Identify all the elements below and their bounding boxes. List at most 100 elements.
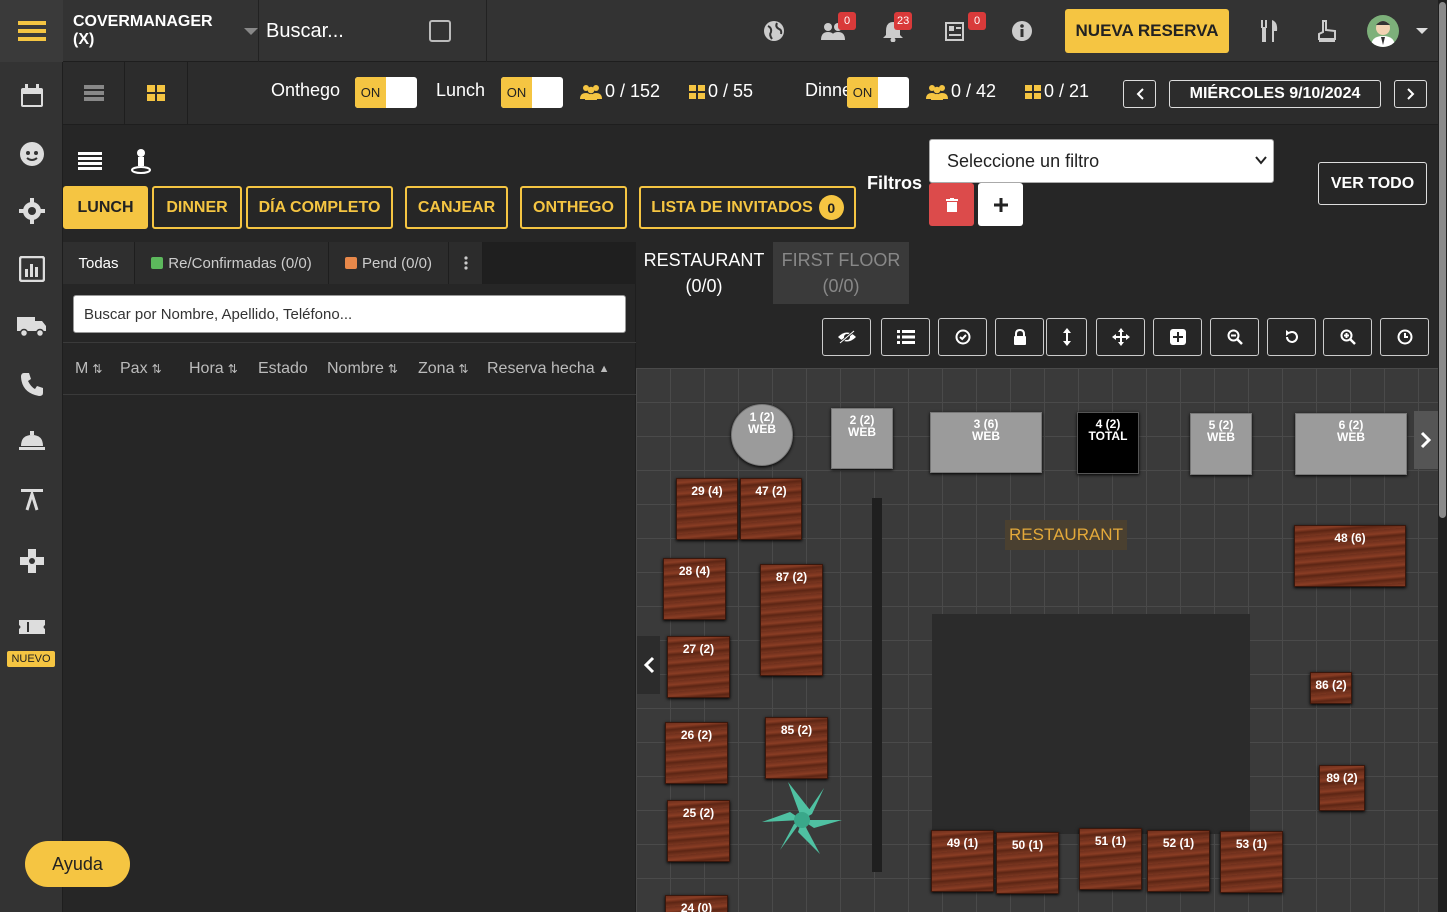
table-24[interactable]: 24 (0): [665, 895, 728, 912]
tab-full-day[interactable]: DÍA COMPLETO: [246, 186, 393, 229]
table-2[interactable]: 2 (2) WEB: [831, 408, 893, 469]
col-pax[interactable]: Pax ⇅: [120, 360, 162, 378]
add-filter-button[interactable]: [978, 183, 1023, 226]
restaurant-button[interactable]: [1254, 16, 1284, 46]
messages-button[interactable]: 0: [940, 12, 986, 46]
table-28[interactable]: 28 (4): [663, 558, 726, 620]
zoom-out-button[interactable]: [1210, 318, 1259, 356]
tab-pending[interactable]: Pend (0/0): [329, 242, 449, 284]
menu-icon: [17, 21, 46, 41]
table-29[interactable]: 29 (4): [676, 478, 738, 540]
list-layout-icon[interactable]: [78, 152, 102, 170]
more-tabs-button[interactable]: [449, 242, 483, 284]
grid-view-button[interactable]: [125, 62, 188, 124]
prev-day-button[interactable]: [1123, 80, 1156, 108]
list-view-button[interactable]: [63, 62, 125, 124]
info-button[interactable]: [1007, 16, 1037, 46]
settings-nav-button[interactable]: [0, 191, 63, 231]
person-pin-icon[interactable]: [130, 148, 152, 174]
table-26[interactable]: 26 (2): [665, 722, 728, 784]
date-picker-button[interactable]: MIÉRCOLES 9/10/2024: [1169, 80, 1381, 108]
col-estado[interactable]: Estado: [258, 360, 308, 378]
tab-floor-first-floor[interactable]: FIRST FLOOR (0/0): [773, 242, 909, 304]
resize-vertical-button[interactable]: [1046, 318, 1087, 356]
service-nav-button[interactable]: [0, 421, 63, 461]
toggle-visibility-button[interactable]: [822, 318, 871, 356]
check-button[interactable]: [938, 318, 987, 356]
delivery-nav-button[interactable]: [0, 306, 63, 346]
col-hora[interactable]: Hora ⇅: [189, 360, 238, 378]
delete-filter-button[interactable]: [929, 183, 974, 226]
hand-button[interactable]: [1311, 16, 1341, 46]
tab-dinner[interactable]: DINNER: [152, 186, 242, 229]
tab-onthego[interactable]: ONTHEGO: [520, 186, 627, 229]
restaurant-selector[interactable]: COVERMANAGER (X): [63, 0, 259, 62]
table-47[interactable]: 47 (2): [740, 478, 802, 540]
table-49[interactable]: 49 (1): [931, 830, 994, 892]
lunch-toggle[interactable]: ON: [501, 77, 563, 108]
scrollbar-thumb[interactable]: [1439, 2, 1446, 518]
tab-guest-list[interactable]: LISTA DE INVITADOS 0: [639, 186, 856, 229]
onthego-toggle-state: ON: [355, 77, 386, 108]
tab-confirmed[interactable]: Re/Confirmadas (0/0): [135, 242, 329, 284]
col-m[interactable]: M ⇅: [75, 360, 102, 378]
filter-select[interactable]: Seleccione un filtro: [929, 139, 1274, 183]
move-button[interactable]: [1096, 318, 1145, 356]
help-button[interactable]: Ayuda: [25, 841, 130, 887]
table-4[interactable]: 4 (2) TOTAL: [1077, 412, 1139, 474]
table-52[interactable]: 52 (1): [1147, 830, 1210, 892]
page-scrollbar[interactable]: [1438, 0, 1447, 912]
events-nav-button[interactable]: [0, 479, 63, 519]
add-table-button[interactable]: [1153, 318, 1202, 356]
reset-button[interactable]: [1267, 318, 1316, 356]
dinner-toggle[interactable]: ON: [847, 77, 909, 108]
games-nav-button[interactable]: [0, 541, 63, 581]
calls-nav-button[interactable]: [0, 364, 63, 404]
stats-nav-button[interactable]: [0, 249, 63, 289]
table-25[interactable]: 25 (2): [667, 800, 730, 862]
language-button[interactable]: [759, 16, 789, 46]
onthego-toggle[interactable]: ON: [355, 77, 417, 108]
table-53[interactable]: 53 (1): [1220, 831, 1283, 893]
lock-button[interactable]: [995, 318, 1044, 356]
table-27[interactable]: 27 (2): [667, 636, 730, 698]
view-all-button[interactable]: VER TODO: [1318, 162, 1427, 205]
notifications-button[interactable]: 23: [878, 12, 913, 46]
tab-redeem[interactable]: CANJEAR: [405, 186, 508, 229]
global-search-input[interactable]: Buscar...: [266, 20, 344, 43]
next-day-button[interactable]: [1394, 80, 1427, 108]
hamburger-menu-button[interactable]: [0, 0, 63, 62]
calendar-nav-button[interactable]: [0, 76, 63, 116]
col-reserva-hecha[interactable]: Reserva hecha ▲: [487, 360, 610, 378]
tickets-nav-button[interactable]: [0, 607, 63, 647]
table-1[interactable]: 1 (2) WEB: [731, 404, 793, 466]
list-tables-button[interactable]: [881, 318, 930, 356]
zoom-in-button[interactable]: [1323, 318, 1372, 356]
table-50[interactable]: 50 (1): [996, 832, 1059, 894]
user-menu-caret-icon[interactable]: [1416, 27, 1428, 35]
next-area-button[interactable]: [1414, 411, 1438, 469]
global-search[interactable]: Buscar...: [259, 0, 487, 62]
table-3[interactable]: 3 (6) WEB: [930, 412, 1042, 473]
tab-all[interactable]: Todas: [63, 242, 135, 284]
table-85[interactable]: 85 (2): [765, 717, 828, 779]
table-48[interactable]: 48 (6): [1294, 525, 1406, 587]
clock-button[interactable]: [1380, 318, 1429, 356]
table-6[interactable]: 6 (2) WEB: [1295, 413, 1407, 475]
table-86[interactable]: 86 (2): [1310, 672, 1352, 704]
new-reservation-button[interactable]: NUEVA RESERVA: [1065, 9, 1229, 53]
table-5[interactable]: 5 (2) WEB: [1190, 413, 1252, 475]
col-zona[interactable]: Zona ⇅: [418, 360, 469, 378]
tab-lunch[interactable]: LUNCH: [63, 186, 148, 229]
user-avatar[interactable]: [1367, 15, 1399, 47]
table-87[interactable]: 87 (2): [760, 564, 823, 676]
search-checkbox[interactable]: [429, 20, 451, 42]
col-nombre[interactable]: Nombre ⇅: [327, 360, 398, 378]
reservation-search-input[interactable]: Buscar por Nombre, Apellido, Teléfono...: [73, 295, 626, 333]
table-89[interactable]: 89 (2): [1319, 765, 1365, 811]
tab-floor-restaurant[interactable]: RESTAURANT (0/0): [636, 242, 772, 304]
guests-button[interactable]: 0: [818, 12, 856, 46]
table-51[interactable]: 51 (1): [1079, 828, 1142, 890]
clients-nav-button[interactable]: [0, 134, 63, 174]
collapse-list-button[interactable]: [637, 636, 660, 694]
